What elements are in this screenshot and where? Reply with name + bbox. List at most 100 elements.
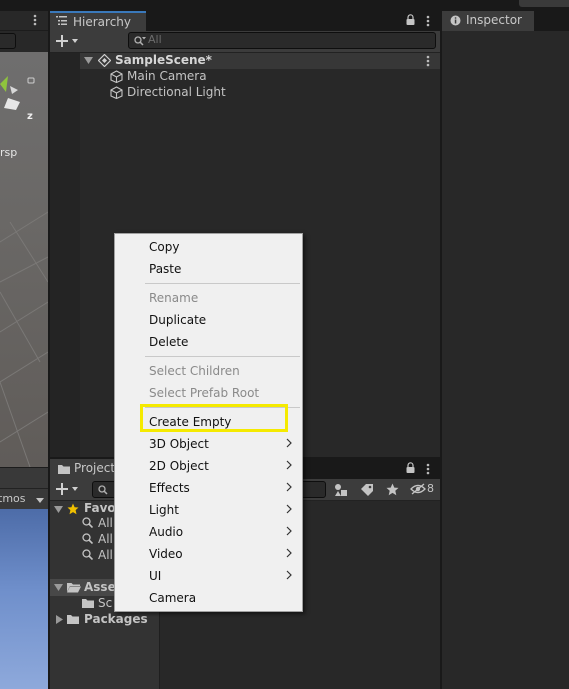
menu-item-camera[interactable]: Camera [115, 587, 302, 609]
chevron-right-icon [286, 460, 292, 470]
inspector-panel: Inspector [442, 11, 569, 689]
search-icon [134, 36, 146, 47]
scene-menu-icon[interactable] [33, 14, 37, 26]
favorite-star-icon[interactable] [386, 483, 399, 496]
axis-z-label: z [27, 111, 33, 122]
scene-gizmo-icon[interactable] [0, 72, 40, 112]
menu-item-video[interactable]: Video [115, 543, 302, 565]
scene-search-input[interactable] [0, 33, 16, 49]
menu-item-effects[interactable]: Effects [115, 477, 302, 499]
top-right-tab[interactable] [519, 0, 569, 7]
scene-name-label: SampleScene* [115, 53, 212, 67]
unity-scene-icon [98, 54, 111, 67]
hierarchy-toolbar: All [50, 31, 440, 53]
menu-item-label: Copy [149, 240, 180, 254]
favorite-item-all[interactable]: All [98, 532, 113, 546]
scenes-folder-label[interactable]: Sc [98, 596, 112, 610]
info-icon [450, 15, 461, 26]
gameobject-cube-icon [110, 86, 123, 99]
packages-folder-icon [67, 614, 79, 624]
assets-folder-icon [67, 582, 81, 593]
menu-item-label: Camera [149, 591, 197, 605]
menu-item-label: Video [149, 547, 183, 561]
top-strip [0, 0, 569, 11]
packages-expand-arrow-icon[interactable] [56, 615, 63, 624]
scene-row[interactable]: SampleScene* [80, 53, 440, 69]
menu-item-ui[interactable]: UI [115, 565, 302, 587]
menu-item-light[interactable]: Light [115, 499, 302, 521]
hierarchy-search-placeholder: All [148, 33, 162, 46]
hierarchy-item-main-camera[interactable]: Main Camera [80, 69, 440, 85]
favorite-item-all[interactable]: All [98, 516, 113, 530]
menu-item-label: Select Prefab Root [149, 386, 260, 400]
gizmos-dropdown[interactable]: tmos [0, 492, 26, 505]
menu-item-label: Light [149, 503, 179, 517]
menu-item-2d-object[interactable]: 2D Object [115, 455, 302, 477]
scene-view[interactable]: z rsp [0, 52, 48, 467]
menu-item-select-prefab-root: Select Prefab Root [115, 382, 302, 404]
project-menu-icon[interactable] [426, 463, 430, 475]
project-tab-label: Project [74, 461, 116, 475]
menu-item-duplicate[interactable]: Duplicate [115, 309, 302, 331]
favorites-expand-arrow-icon[interactable] [54, 506, 63, 514]
create-add-button[interactable] [56, 34, 80, 48]
menu-item-label: Duplicate [149, 313, 207, 327]
folder-icon [58, 464, 70, 474]
menu-item-select-children: Select Children [115, 360, 302, 382]
scene-menu-icon[interactable] [426, 55, 430, 67]
search-by-type-icon[interactable] [334, 483, 348, 497]
menu-item-label: Effects [149, 481, 190, 495]
highlight-box [140, 404, 288, 432]
scene-tabbar [0, 11, 48, 31]
hierarchy-menu-icon[interactable] [426, 15, 430, 27]
perspective-label[interactable]: rsp [0, 146, 17, 159]
favorite-item-all[interactable]: All [98, 548, 113, 562]
hierarchy-tab-label: Hierarchy [73, 15, 132, 29]
hierarchy-list-icon [56, 14, 68, 26]
directional-light-label: Directional Light [127, 85, 226, 99]
main-camera-label: Main Camera [127, 69, 207, 83]
menu-item-label: 3D Object [149, 437, 209, 451]
chevron-right-icon [286, 526, 292, 536]
menu-item-3d-object[interactable]: 3D Object [115, 433, 302, 455]
project-search-icon [98, 485, 108, 495]
chevron-right-icon [286, 548, 292, 558]
favorites-label[interactable]: Favo [84, 501, 116, 515]
inspector-tab-label: Inspector [466, 13, 522, 27]
menu-item-label: Paste [149, 262, 182, 276]
menu-item-audio[interactable]: Audio [115, 521, 302, 543]
lock-icon[interactable] [406, 14, 415, 25]
menu-separator [145, 283, 300, 284]
menu-item-label: Rename [149, 291, 199, 305]
game-toolbar: tmos [0, 467, 48, 509]
assets-label: Asse [84, 580, 116, 594]
hierarchy-tabbar: Hierarchy [50, 11, 440, 31]
gizmos-chevron-down-icon[interactable] [36, 498, 44, 503]
menu-item-label: Audio [149, 525, 184, 539]
menu-item-paste[interactable]: Paste [115, 258, 302, 280]
packages-label[interactable]: Packages [84, 612, 148, 626]
favorites-star-icon [67, 503, 79, 515]
saved-search-icon [82, 517, 93, 528]
hidden-count-label: 8 [427, 482, 434, 495]
lock-icon[interactable] [406, 462, 415, 473]
menu-item-copy[interactable]: Copy [115, 236, 302, 258]
chevron-right-icon [286, 570, 292, 580]
hidden-packages-eye-icon[interactable] [410, 483, 426, 495]
hierarchy-item-directional-light[interactable]: Directional Light [80, 85, 440, 101]
menu-item-label: Select Children [149, 364, 240, 378]
menu-item-delete[interactable]: Delete [115, 331, 302, 353]
chevron-right-icon [286, 504, 292, 514]
chevron-right-icon [286, 482, 292, 492]
scene-expand-arrow-icon[interactable] [84, 57, 93, 65]
menu-item-rename: Rename [115, 287, 302, 309]
scenes-folder-icon [82, 598, 94, 608]
hierarchy-search-input[interactable] [128, 32, 436, 49]
gameobject-cube-icon [110, 70, 123, 83]
search-by-label-icon[interactable] [360, 483, 374, 497]
assets-expand-arrow-icon[interactable] [54, 584, 63, 592]
menu-item-label: Delete [149, 335, 189, 349]
project-add-button[interactable] [56, 482, 80, 496]
hierarchy-gutter [50, 53, 80, 457]
game-view[interactable] [0, 509, 48, 689]
